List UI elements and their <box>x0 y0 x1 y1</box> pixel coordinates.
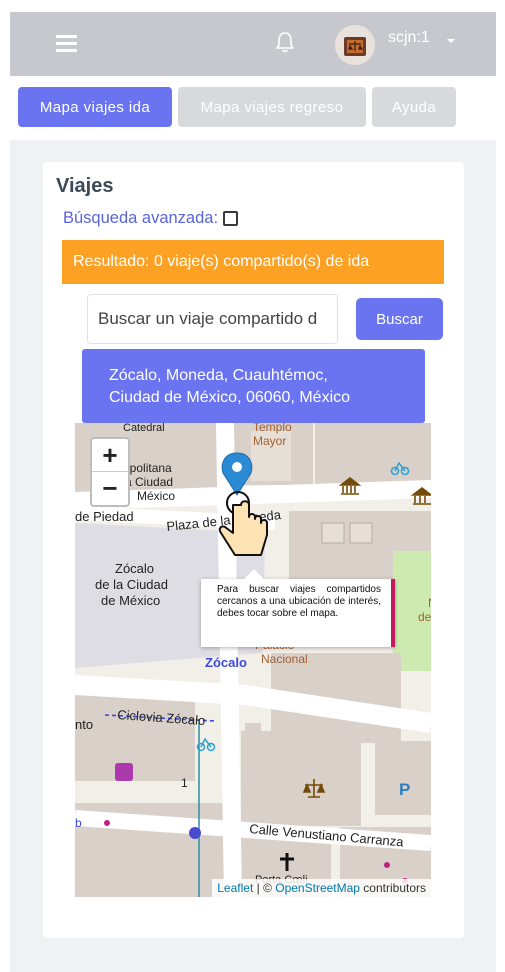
app-container: scjn:1 Mapa viajes ida Mapa viajes regre… <box>10 12 496 972</box>
map-label-zocalo-big-1: Zócalo <box>115 561 154 576</box>
advanced-search: Búsqueda avanzada: <box>63 209 239 228</box>
map-label-nto: nto <box>75 717 93 732</box>
scales-logo-icon <box>335 25 375 65</box>
tab-bar: Mapa viajes ida Mapa viajes regreso Ayud… <box>10 76 496 140</box>
address-line-2: Ciudad de México, 06060, México <box>109 389 351 406</box>
address-line-1: Zócalo, Moneda, Cuauhtémoc, <box>109 367 328 384</box>
map-view[interactable]: Metropolitana a Ciudad México Catedral T… <box>75 423 431 897</box>
map-label-zocalo-big-3: de México <box>101 593 160 608</box>
map-label-n: N <box>428 596 431 610</box>
leaflet-link[interactable]: Leaflet <box>217 881 253 895</box>
attribution-contributors: contributors <box>359 881 426 895</box>
map-label-de-l: de l <box>418 610 431 624</box>
map-label-zocalo-big-2: de la Ciudad <box>95 577 168 592</box>
map-label-number-1: 1 <box>181 776 188 790</box>
bell-icon[interactable] <box>274 30 296 54</box>
viajes-card: Viajes Búsqueda avanzada: Resultado: 0 v… <box>43 162 464 938</box>
tab-mapa-viajes-regreso[interactable]: Mapa viajes regreso <box>178 87 366 127</box>
search-input[interactable] <box>87 294 338 344</box>
hamburger-menu-icon[interactable] <box>56 35 77 52</box>
card-title: Viajes <box>56 175 114 197</box>
map-label-b: b <box>75 816 82 830</box>
attribution-separator: | © <box>253 881 276 895</box>
map-label-templo: Templo <box>253 423 292 434</box>
zoom-control: + − <box>90 437 130 507</box>
map-help-tooltip: Para buscar viajes compartidos cercanos … <box>201 569 395 647</box>
map-label-de-piedad: de Piedad <box>75 509 134 524</box>
advanced-search-label: Búsqueda avanzada: <box>63 209 219 227</box>
map-label-nacional: Nacional <box>261 652 308 666</box>
map-label-catedral: Catedral <box>123 423 165 434</box>
result-banner: Resultado: 0 viaje(s) compartido(s) de i… <box>62 240 444 284</box>
map-label-la-ciudad: a Ciudad <box>125 475 173 489</box>
tab-mapa-viajes-ida[interactable]: Mapa viajes ida <box>18 87 172 127</box>
top-navbar: scjn:1 <box>10 12 496 76</box>
zoom-out-button[interactable]: − <box>92 472 128 505</box>
map-attribution: Leaflet | © OpenStreetMap contributors <box>212 879 431 897</box>
osm-link[interactable]: OpenStreetMap <box>275 881 360 895</box>
tab-ayuda[interactable]: Ayuda <box>372 87 456 127</box>
map-label-mexico-top: México <box>137 489 175 503</box>
avatar[interactable] <box>335 25 375 65</box>
map-label-mayor: Mayor <box>253 434 286 448</box>
zoom-in-button[interactable]: + <box>92 439 128 472</box>
caret-down-icon[interactable] <box>447 39 455 43</box>
address-suggestion[interactable]: Zócalo, Moneda, Cuauhtémoc, Ciudad de Mé… <box>82 349 425 423</box>
parking-icon: P <box>399 780 410 799</box>
username-label[interactable]: scjn:1 <box>388 29 430 47</box>
map-label-zocalo-metro: Zócalo <box>205 655 247 670</box>
advanced-search-checkbox[interactable] <box>223 211 239 226</box>
search-button[interactable]: Buscar <box>356 298 443 340</box>
